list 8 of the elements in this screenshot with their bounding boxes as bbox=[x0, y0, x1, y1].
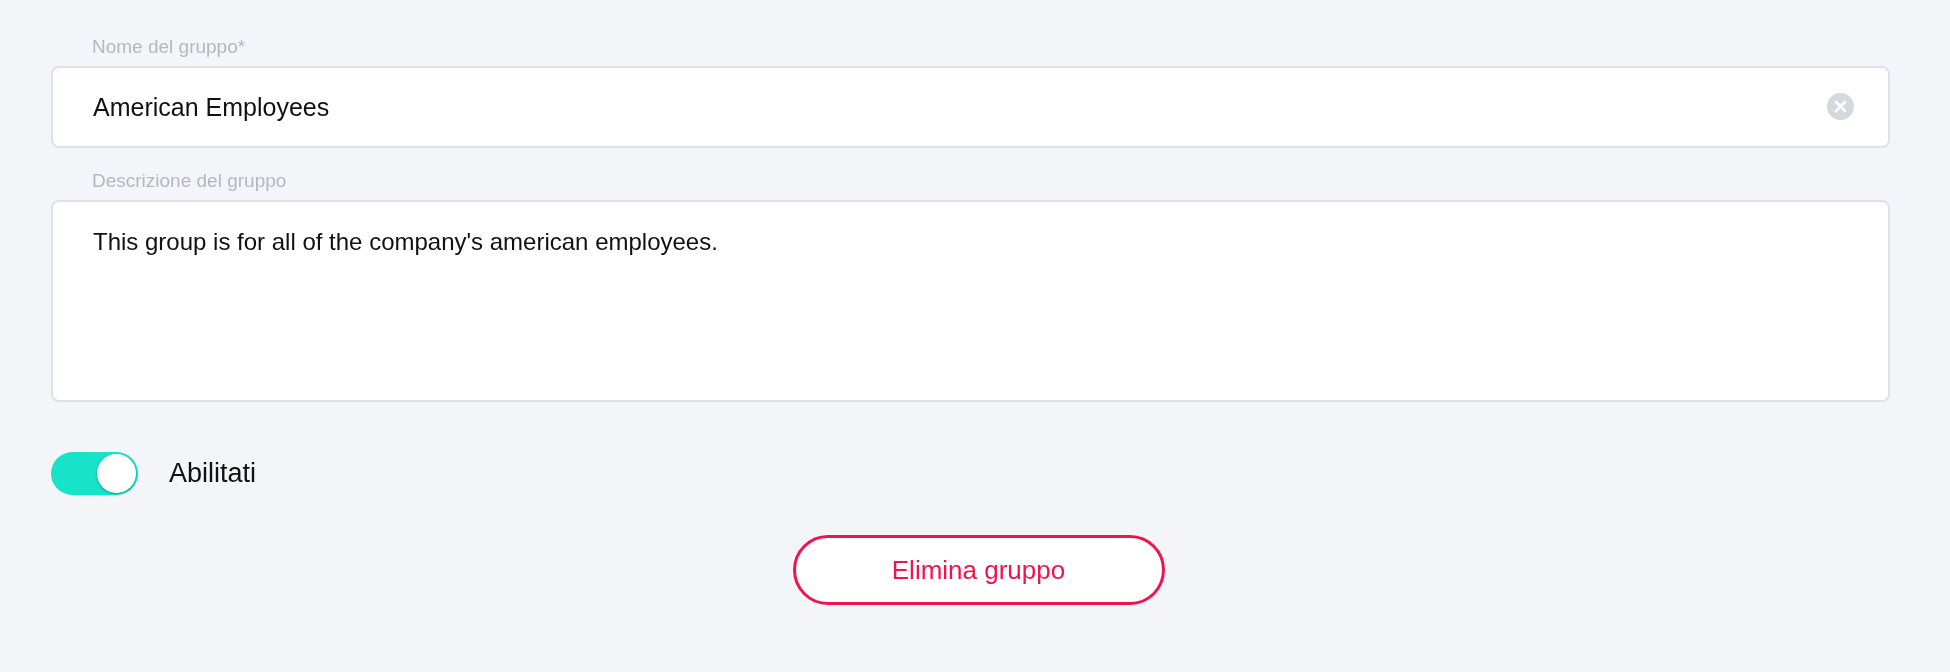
clear-icon[interactable] bbox=[1827, 93, 1854, 120]
field-label: Descrizione del gruppo bbox=[92, 169, 288, 193]
delete-button[interactable]: Elimina gruppo bbox=[792, 535, 1165, 605]
toggle-label: Abilitati bbox=[169, 457, 257, 491]
input-field[interactable]: American Employees bbox=[51, 66, 1890, 148]
field-label: Nome del gruppo* bbox=[92, 35, 247, 59]
description-field[interactable]: This group is for all of the company's american employees. bbox=[51, 200, 1890, 402]
toggle-switch[interactable] bbox=[51, 452, 138, 495]
